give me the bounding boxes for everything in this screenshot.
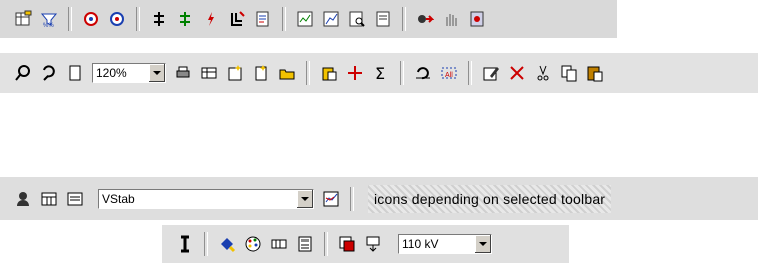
- filter-icon[interactable]: %%: [39, 9, 59, 29]
- separator: [350, 186, 354, 211]
- cross-icon[interactable]: [345, 63, 365, 83]
- chart-icon[interactable]: [321, 189, 341, 209]
- separator: [402, 7, 406, 31]
- svg-text:%%: %%: [43, 23, 54, 28]
- select-icon[interactable]: All: [439, 63, 459, 83]
- fill-icon[interactable]: [217, 234, 237, 254]
- chevron-down-icon[interactable]: [296, 189, 313, 208]
- sum-icon[interactable]: Σ: [371, 63, 391, 83]
- separator: [306, 61, 310, 85]
- new-doc-icon[interactable]: [251, 63, 271, 83]
- separator: [324, 232, 328, 256]
- print-icon[interactable]: [173, 63, 193, 83]
- line-green-icon[interactable]: [175, 9, 195, 29]
- zoom-doc-icon[interactable]: [347, 9, 367, 29]
- table-edit-icon[interactable]: [13, 9, 33, 29]
- separator: [136, 7, 140, 31]
- chevron-down-icon[interactable]: [474, 235, 491, 253]
- voltage-select[interactable]: 110 kV: [398, 234, 492, 254]
- table-view-icon[interactable]: [39, 189, 59, 209]
- list-view-icon[interactable]: [65, 189, 85, 209]
- svg-text:Σ: Σ: [375, 64, 385, 82]
- zoom-select[interactable]: 120%: [92, 63, 166, 83]
- toolbar-hint: icons depending on selected toolbar: [368, 184, 612, 213]
- pipe-icon[interactable]: [415, 9, 435, 29]
- new-icon[interactable]: [225, 63, 245, 83]
- exit-icon[interactable]: [467, 9, 487, 29]
- palette-icon[interactable]: [243, 234, 263, 254]
- zoom-value: 120%: [96, 66, 127, 80]
- cursor-icon[interactable]: [175, 234, 195, 254]
- separator: [282, 7, 286, 31]
- hint-text: icons depending on selected toolbar: [374, 190, 606, 207]
- table-icon[interactable]: [199, 63, 219, 83]
- open-icon[interactable]: [277, 63, 297, 83]
- zoom-icon[interactable]: [13, 63, 33, 83]
- branch-icon[interactable]: [227, 9, 247, 29]
- separator: [468, 61, 472, 85]
- network-alt-icon[interactable]: [107, 9, 127, 29]
- paste-icon[interactable]: [585, 63, 605, 83]
- toolbar-drawing: 110 kV: [162, 225, 569, 263]
- graph-icon[interactable]: [321, 9, 341, 29]
- toolbar-main: %%: [0, 0, 617, 38]
- report-icon[interactable]: [253, 9, 273, 29]
- object-select[interactable]: VStab: [98, 188, 314, 209]
- zoom-back-icon[interactable]: [39, 63, 59, 83]
- toolbar-standard: 120% Σ All: [0, 53, 758, 93]
- separator: [400, 61, 404, 85]
- copy-icon[interactable]: [559, 63, 579, 83]
- delete-icon[interactable]: [507, 63, 527, 83]
- doc-icon[interactable]: [373, 9, 393, 29]
- line-icon[interactable]: [149, 9, 169, 29]
- table-select-icon[interactable]: [337, 234, 357, 254]
- calc-icon[interactable]: [295, 234, 315, 254]
- grid-icon[interactable]: [269, 234, 289, 254]
- chevron-down-icon[interactable]: [148, 64, 165, 82]
- page-icon[interactable]: [65, 63, 85, 83]
- edit-icon[interactable]: [481, 63, 501, 83]
- svg-text:All: All: [445, 72, 453, 79]
- paste-special-icon[interactable]: [319, 63, 339, 83]
- person-icon[interactable]: [13, 189, 33, 209]
- toolbar-object: VStab icons depending on selected toolba…: [0, 177, 758, 220]
- undo-icon[interactable]: [413, 63, 433, 83]
- object-value: VStab: [102, 191, 135, 206]
- hand-icon[interactable]: [441, 9, 461, 29]
- network-icon[interactable]: [81, 9, 101, 29]
- pin-icon[interactable]: [363, 234, 383, 254]
- flash-icon[interactable]: [201, 9, 221, 29]
- separator: [204, 232, 208, 256]
- cut-icon[interactable]: [533, 63, 553, 83]
- separator: [68, 7, 72, 31]
- diagram-icon[interactable]: [295, 9, 315, 29]
- voltage-value: 110 kV: [402, 237, 439, 251]
